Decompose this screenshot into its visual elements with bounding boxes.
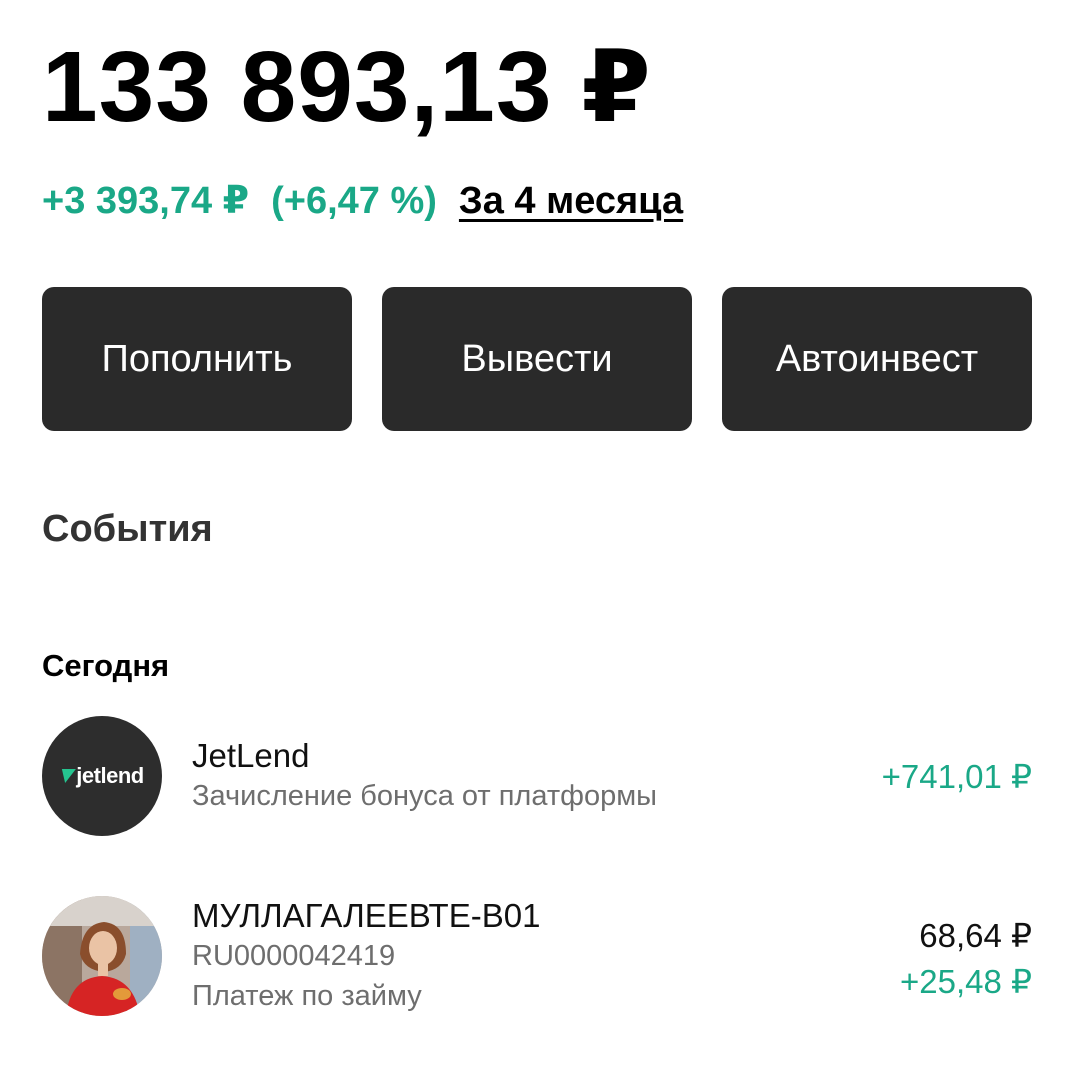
deposit-button[interactable]: Пополнить <box>42 287 352 431</box>
withdraw-button[interactable]: Вывести <box>382 287 692 431</box>
event-item-jetlend[interactable]: jetlend JetLend Зачисление бонуса от пла… <box>42 716 1032 838</box>
event-amounts: +741,01 ₽ <box>882 716 1032 838</box>
borrower-avatar <box>42 896 162 1016</box>
event-text: МУЛЛАГАЛЕЕВТЕ-В01 RU0000042419 Платеж по… <box>192 896 900 1022</box>
event-text: JetLend Зачисление бонуса от платформы <box>192 716 882 838</box>
person-photo-icon <box>42 896 162 1016</box>
action-buttons: Пополнить Вывести Автоинвест <box>42 287 1032 431</box>
event-interest-amount: +25,48 ₽ <box>899 963 1032 1000</box>
event-group-label: Сегодня <box>42 648 170 683</box>
event-amounts: 68,64 ₽ +25,48 ₽ <box>900 896 1032 1022</box>
jetlend-logo-avatar: jetlend <box>42 716 162 836</box>
change-amount: +3 393,74 ₽ <box>42 180 250 222</box>
jetlend-logo-text: jetlend <box>76 763 144 788</box>
event-code: RU0000042419 <box>192 940 396 972</box>
event-principal-amount: 68,64 ₽ <box>919 917 1032 954</box>
change-percent: (+6,47 %) <box>271 180 437 222</box>
event-description: Зачисление бонуса от платформы <box>192 780 658 812</box>
event-description: Платеж по займу <box>192 980 422 1012</box>
event-amount: +741,01 ₽ <box>881 758 1032 795</box>
jetlend-mark-icon <box>58 769 77 783</box>
events-title: События <box>42 508 213 550</box>
event-item-loan-payment[interactable]: МУЛЛАГАЛЕЕВТЕ-В01 RU0000042419 Платеж по… <box>42 896 1032 1022</box>
autoinvest-button[interactable]: Автоинвест <box>722 287 1032 431</box>
event-name: МУЛЛАГАЛЕЕВТЕ-В01 <box>192 897 541 934</box>
portfolio-change-row: +3 393,74 ₽ (+6,47 %) За 4 месяца <box>42 178 683 223</box>
portfolio-balance: 133 893,13 ₽ <box>42 31 652 143</box>
period-selector-link[interactable]: За 4 месяца <box>459 180 683 223</box>
event-name: JetLend <box>192 737 310 774</box>
